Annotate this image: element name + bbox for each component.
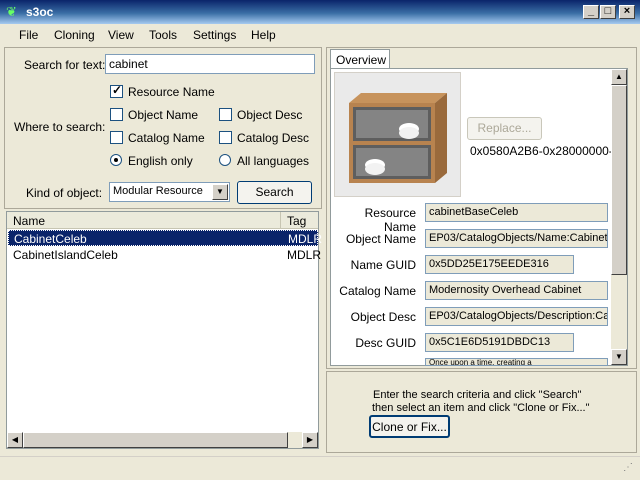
title-bar: ❦ s3oc _ □ × — [0, 0, 640, 24]
status-bar — [0, 456, 640, 480]
all-languages-radio[interactable] — [219, 154, 231, 166]
size-grip-icon[interactable]: ⋰ — [623, 462, 633, 473]
menu-cloning[interactable]: Cloning — [54, 28, 95, 42]
tab-overview[interactable]: Overview — [330, 49, 390, 69]
instructions-line-2: then select an item and click "Clone or … — [372, 402, 590, 414]
menu-tools[interactable]: Tools — [149, 28, 177, 42]
table-row[interactable]: CabinetIslandCeleb MDLR — [8, 247, 322, 263]
row-tag: MDLR — [287, 248, 322, 262]
desc-guid-field-label: Desc GUID — [355, 336, 416, 350]
object-desc-field-label: Object Desc — [350, 310, 416, 324]
catalog-desc-label: Catalog Desc — [237, 131, 310, 145]
kind-label: Kind of object: — [26, 186, 103, 200]
table-row[interactable]: CabinetCeleb MDLR — [8, 230, 322, 246]
replace-button[interactable]: Replace... — [467, 117, 542, 140]
catalog-name-checkbox[interactable] — [110, 131, 123, 144]
object-name-label: Object Name — [128, 108, 199, 122]
object-desc-checkbox[interactable] — [219, 108, 232, 121]
scroll-down-icon[interactable]: ▼ — [611, 349, 627, 365]
english-only-label: English only — [128, 154, 193, 168]
where-label: Where to search: — [14, 120, 106, 134]
menu-help[interactable]: Help — [251, 28, 276, 42]
menu-view[interactable]: View — [108, 28, 134, 42]
object-name-field[interactable]: EP03/CatalogObjects/Name:Cabinet — [425, 229, 608, 248]
catalog-desc-field[interactable]: Once upon a time, creating a — [425, 358, 608, 366]
scroll-right-icon[interactable]: ▶ — [302, 432, 318, 448]
english-only-radio[interactable] — [110, 154, 122, 166]
resource-key: 0x0580A2B6-0x28000000-0x0 — [470, 144, 614, 158]
overview-scrollbar[interactable]: ▲ ▼ — [611, 69, 627, 365]
chevron-down-icon[interactable]: ▼ — [212, 184, 228, 200]
all-languages-label: All languages — [237, 154, 310, 168]
search-input[interactable]: cabinet — [105, 54, 315, 74]
maximize-button[interactable]: □ — [600, 5, 616, 19]
resource-name-field[interactable]: cabinetBaseCeleb — [425, 203, 608, 222]
row-name: CabinetCeleb — [14, 232, 87, 246]
name-guid-field[interactable]: 0x5DD25E175EEDE316 — [425, 255, 574, 274]
window-title: s3oc — [26, 5, 54, 19]
minimize-button[interactable]: _ — [583, 5, 599, 19]
scroll-thumb[interactable] — [611, 85, 627, 275]
scroll-thumb[interactable] — [23, 432, 288, 448]
name-guid-field-label: Name GUID — [350, 258, 416, 272]
scroll-left-icon[interactable]: ◀ — [7, 432, 23, 448]
app-icon: ❦ — [6, 4, 17, 19]
column-tag-header[interactable]: Tag — [287, 214, 306, 228]
menu-settings[interactable]: Settings — [193, 28, 236, 42]
resource-name-field-label: Resource Name — [364, 206, 416, 234]
resource-name-label: Resource Name — [128, 85, 215, 99]
scroll-up-icon[interactable]: ▲ — [611, 69, 627, 85]
catalog-desc-checkbox[interactable] — [219, 131, 232, 144]
clone-or-fix-button[interactable]: Clone or Fix... — [369, 415, 450, 438]
object-name-field-label: Object Name — [345, 232, 416, 246]
menu-bar: File Cloning View Tools Settings Help — [0, 24, 640, 46]
catalog-name-field-label: Catalog Name — [339, 284, 416, 298]
results-header: Name Tag — [7, 212, 318, 229]
cabinet-image — [335, 73, 460, 196]
catalog-name-label: Catalog Name — [128, 131, 205, 145]
object-desc-field[interactable]: EP03/CatalogObjects/Description:Ca — [425, 307, 608, 326]
object-name-checkbox[interactable] — [110, 108, 123, 121]
object-thumbnail — [334, 72, 461, 197]
horizontal-scrollbar[interactable]: ◀ ▶ — [7, 432, 318, 448]
close-button[interactable]: × — [619, 5, 635, 19]
menu-file[interactable]: File — [19, 28, 38, 42]
column-divider[interactable] — [280, 212, 281, 228]
row-tag: MDLR — [288, 232, 323, 246]
column-name-header[interactable]: Name — [13, 214, 45, 228]
desc-guid-field[interactable]: 0x5C1E6D5191DBDC13 — [425, 333, 574, 352]
search-button[interactable]: Search — [237, 181, 312, 204]
row-name: CabinetIslandCeleb — [13, 248, 118, 262]
kind-select-value: Modular Resource — [113, 185, 203, 197]
resource-name-checkbox[interactable]: ✓ — [110, 83, 123, 98]
instructions-line-1: Enter the search criteria and click "Sea… — [373, 389, 582, 401]
results-list: Name Tag CabinetCeleb MDLR CabinetIsland… — [6, 211, 322, 449]
catalog-name-field[interactable]: Modernosity Overhead Cabinet — [425, 281, 608, 300]
search-label: Search for text: — [24, 58, 106, 72]
object-desc-label: Object Desc — [237, 108, 303, 122]
